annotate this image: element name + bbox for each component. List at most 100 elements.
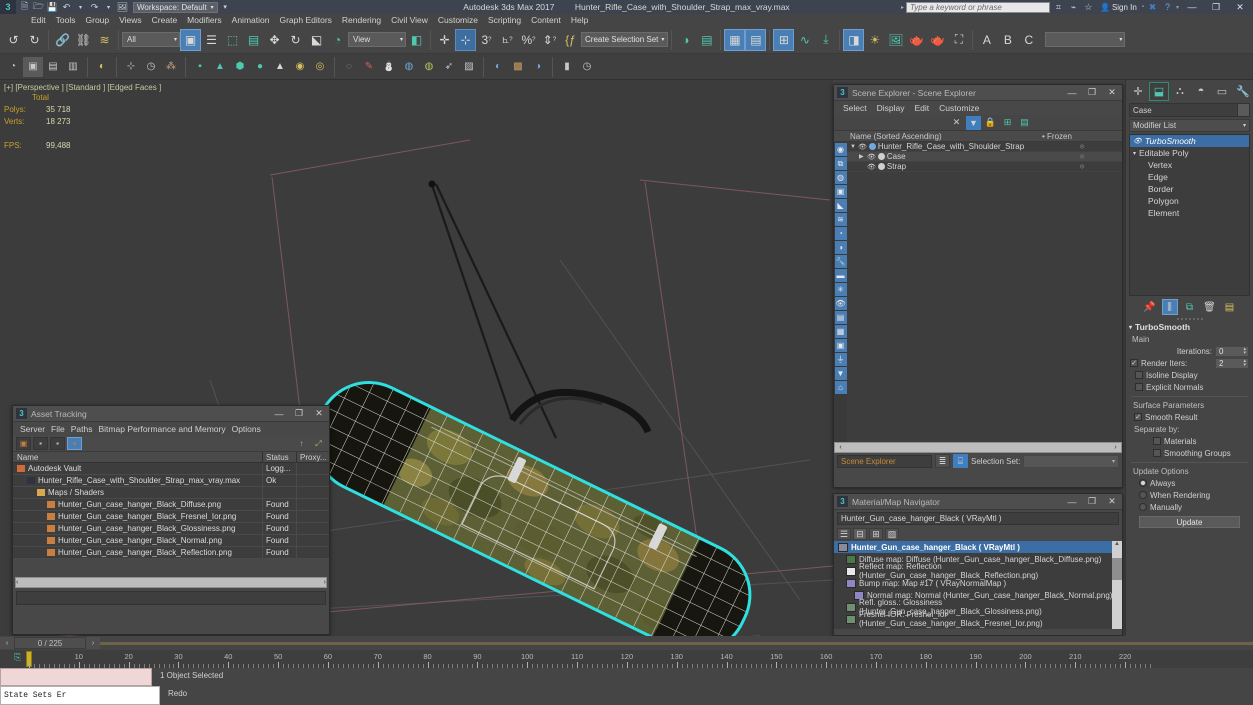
menu-item-graph-editors[interactable]: Graph Editors: [274, 14, 336, 26]
material-navigator-maximize[interactable]: ❐: [1082, 494, 1102, 509]
thumbnail-view-icon[interactable]: ▨: [885, 528, 899, 540]
camera-filter-icon[interactable]: ▣: [834, 185, 847, 198]
asset-tracking-minimize[interactable]: —: [269, 406, 289, 421]
undo-icon[interactable]: ↶: [60, 1, 73, 14]
select-invert-icon[interactable]: ⧉: [834, 157, 847, 170]
render-iterative-button[interactable]: 🫖: [927, 29, 948, 51]
configure-modifier-sets-icon[interactable]: ▤: [1222, 299, 1238, 315]
help-icon[interactable]: ?: [1161, 1, 1174, 13]
select-by-name-button[interactable]: ☰: [201, 29, 222, 51]
modifier-stack-item[interactable]: Element: [1130, 207, 1249, 219]
menu-item-modifiers[interactable]: Modifiers: [182, 14, 226, 26]
asset-tracking-close[interactable]: ✕: [309, 406, 329, 421]
clear-filter-icon[interactable]: ✕: [949, 116, 964, 130]
undo-dropdown-icon[interactable]: ▾: [74, 1, 87, 14]
asset-row[interactable]: Autodesk Vault Logg...: [13, 462, 329, 475]
lock-icon[interactable]: 🔒: [983, 116, 998, 130]
scene-explorer-titlebar[interactable]: 3 Scene Explorer - Scene Explorer — ❐ ✕: [834, 85, 1122, 101]
scroll-left-icon[interactable]: ‹: [16, 579, 18, 586]
rendered-frame-window-button[interactable]: 🖼: [885, 29, 906, 51]
light-spot-icon[interactable]: ◍: [419, 57, 439, 77]
modifier-list-combo[interactable]: Modifier List ▾: [1129, 119, 1250, 132]
object-name-field[interactable]: Case: [1129, 103, 1250, 117]
expand-arrow-icon[interactable]: ▶: [859, 153, 865, 160]
motion-tab[interactable]: ◓: [1191, 82, 1211, 101]
ribbon-toggle-button[interactable]: ⊞: [773, 28, 795, 51]
freeze-icon[interactable]: ⛄: [379, 57, 399, 77]
app-logo-icon[interactable]: 3: [0, 0, 16, 14]
select-object-button[interactable]: ▣: [180, 28, 201, 51]
box-primitive-icon[interactable]: ▪: [190, 57, 210, 77]
frozen-toggle-icon[interactable]: ❄: [1042, 163, 1122, 171]
favorites-star-icon[interactable]: ☆: [1082, 1, 1095, 13]
column-proxy[interactable]: Proxy...: [297, 452, 329, 463]
grid-view-icon[interactable]: ⊞: [869, 528, 883, 540]
array-icon[interactable]: ▥: [63, 57, 83, 77]
modifier-stack[interactable]: 👁 TurboSmooth ▾ Editable Poly Vertex Edge Bord…: [1129, 134, 1250, 296]
edit-named-selection-sets-button[interactable]: {ƒ: [560, 29, 581, 51]
material-navigator-minimize[interactable]: —: [1062, 494, 1082, 509]
update-button[interactable]: Update: [1139, 516, 1240, 528]
scene-explorer-row[interactable]: 👁 Strap ❄: [847, 162, 1122, 172]
render-setup-button[interactable]: ☀: [864, 29, 885, 51]
visibility-icon[interactable]: 👁: [834, 297, 847, 310]
column-status[interactable]: Status: [263, 451, 297, 463]
reference-coordinate-system-combo[interactable]: View ▾: [348, 32, 406, 47]
asset-row[interactable]: Maps / Shaders: [13, 486, 329, 499]
next-frame-button[interactable]: ›: [86, 637, 100, 649]
modifier-visibility-icon[interactable]: 👁: [1133, 137, 1142, 145]
material-node-row[interactable]: Hunter_Gun_case_hanger_Black ( VRayMtl ): [834, 541, 1122, 553]
project-folder-a-button[interactable]: A: [976, 29, 997, 51]
maximize-button[interactable]: ❐: [1205, 0, 1227, 14]
explicit-normals-checkbox[interactable]: [1135, 383, 1143, 391]
clone-icon[interactable]: ▤: [43, 57, 63, 77]
hierarchy-tab[interactable]: ⛬: [1170, 82, 1190, 101]
menu-item-group[interactable]: Group: [81, 14, 115, 26]
teapot-primitive-icon[interactable]: ◉: [290, 57, 310, 77]
scene-explorer-minimize[interactable]: —: [1062, 85, 1082, 100]
menu-item-scripting[interactable]: Scripting: [483, 14, 526, 26]
named-set-combo[interactable]: ▾: [1045, 32, 1126, 47]
scrollbar-thumb[interactable]: [1112, 558, 1122, 580]
exchange-app-icon[interactable]: ✖: [1146, 1, 1159, 13]
up-arrow-icon[interactable]: ↑: [294, 437, 309, 450]
select-and-rotate-button[interactable]: ↻: [285, 29, 306, 51]
columns-icon[interactable]: ▤: [1017, 116, 1032, 130]
expand-arrow-icon[interactable]: ▾: [1133, 150, 1136, 157]
se-menu-display[interactable]: Display: [872, 103, 910, 113]
camera-free-icon[interactable]: ▨: [459, 57, 479, 77]
workspace-selector[interactable]: Workspace: Default ▾: [133, 1, 218, 13]
selection-set-icon[interactable]: ⌸: [953, 454, 968, 468]
select-and-move-button[interactable]: ✥: [264, 29, 285, 51]
scene-explorer-row[interactable]: ▼ 👁 Hunter_Rifle_Case_with_Shoulder_Strap ❄: [847, 142, 1122, 152]
maxscript-mini-listener-output[interactable]: [0, 668, 152, 686]
open-file-icon[interactable]: 🗁: [32, 1, 45, 14]
menu-item-create[interactable]: Create: [147, 14, 183, 26]
light-omni-icon[interactable]: ◍: [399, 57, 419, 77]
geometry-filter-icon[interactable]: ◑: [834, 241, 847, 254]
update-mode-row[interactable]: Always: [1131, 477, 1248, 489]
light-lister-icon[interactable]: ◑: [528, 57, 548, 77]
light-filter-icon[interactable]: ◣: [834, 199, 847, 212]
visibility-eye-icon[interactable]: 👁: [858, 143, 867, 151]
batch-render-icon[interactable]: ▩: [508, 57, 528, 77]
modifier-stack-item[interactable]: Border: [1130, 183, 1249, 195]
asset-tracking-hscrollbar[interactable]: ‹ ›: [15, 577, 327, 588]
sign-in-button[interactable]: 👤 Sign In: [1097, 3, 1140, 12]
schematic-view-button[interactable]: ⤓: [815, 29, 836, 51]
material-navigator-close[interactable]: ✕: [1102, 494, 1122, 509]
spinner-snap-toggle-button[interactable]: ⇕?: [539, 29, 560, 51]
use-pivot-point-center-button[interactable]: ◧: [406, 29, 427, 51]
menu-item-tools[interactable]: Tools: [51, 14, 81, 26]
new-file-icon[interactable]: 🗎: [18, 1, 31, 14]
select-all-icon[interactable]: ◉: [834, 143, 847, 156]
communication-center-icon[interactable]: ⌗: [1052, 1, 1065, 13]
pin-stack-icon[interactable]: 📌: [1142, 299, 1158, 315]
scene-explorer-button[interactable]: ▤: [745, 28, 767, 51]
select-and-place-button[interactable]: ◔: [327, 29, 348, 51]
material-node-row[interactable]: Fresnel IOR: Fresnel_Ior (Hunter_Gun_cas…: [834, 610, 1122, 628]
select-and-scale-button[interactable]: ⬕: [306, 29, 327, 51]
hide-selection-icon[interactable]: ◌: [339, 57, 359, 77]
sphere-primitive-icon[interactable]: ●: [250, 57, 270, 77]
column-name[interactable]: Name: [13, 451, 263, 463]
